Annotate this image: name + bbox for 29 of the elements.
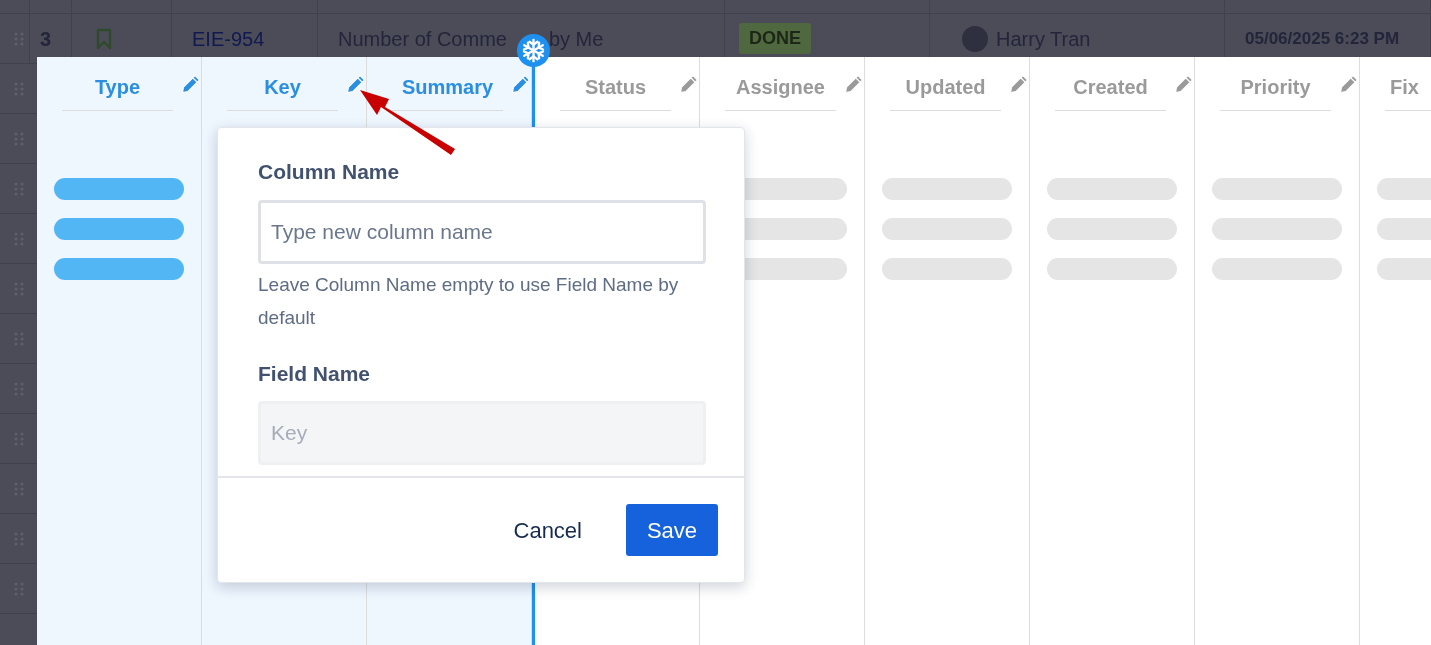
column-header[interactable]: Summary: [392, 72, 503, 111]
column-header[interactable]: Assignee: [725, 72, 836, 111]
column-header[interactable]: Priority: [1220, 72, 1331, 111]
text-input-field[interactable]: Type new column name: [258, 199, 706, 264]
text-input-field: Key: [258, 401, 706, 465]
edit-icon[interactable]: [511, 74, 531, 94]
bookmark-icon: [96, 27, 112, 50]
edit-icon[interactable]: [346, 74, 366, 94]
column-header[interactable]: Key: [227, 72, 338, 111]
column-header[interactable]: Created: [1055, 72, 1166, 111]
column-header[interactable]: Type: [62, 72, 173, 111]
column-header[interactable]: Updated: [890, 72, 1001, 111]
edit-icon[interactable]: [844, 74, 864, 94]
avatar-circle: [962, 25, 988, 52]
status-badge: DONE: [739, 23, 811, 54]
field-label: Field Name: [258, 360, 372, 387]
cancel-button[interactable]: Cancel: [491, 505, 604, 555]
snowflake-icon[interactable]: [516, 33, 551, 68]
edit-icon[interactable]: [181, 74, 201, 94]
column-header[interactable]: Fix: [1385, 72, 1431, 111]
column-header[interactable]: Status: [560, 72, 671, 111]
edit-icon[interactable]: [1009, 74, 1029, 94]
help-text: Leave Column Name empty to use Field Name by default: [258, 272, 680, 330]
field-label: Column Name: [258, 159, 401, 185]
edit-icon[interactable]: [1339, 74, 1359, 94]
issue-key-link[interactable]: EIE-954: [192, 23, 265, 54]
edit-icon[interactable]: [679, 74, 699, 94]
edit-icon[interactable]: [1174, 74, 1194, 94]
save-button[interactable]: Save: [626, 504, 718, 556]
